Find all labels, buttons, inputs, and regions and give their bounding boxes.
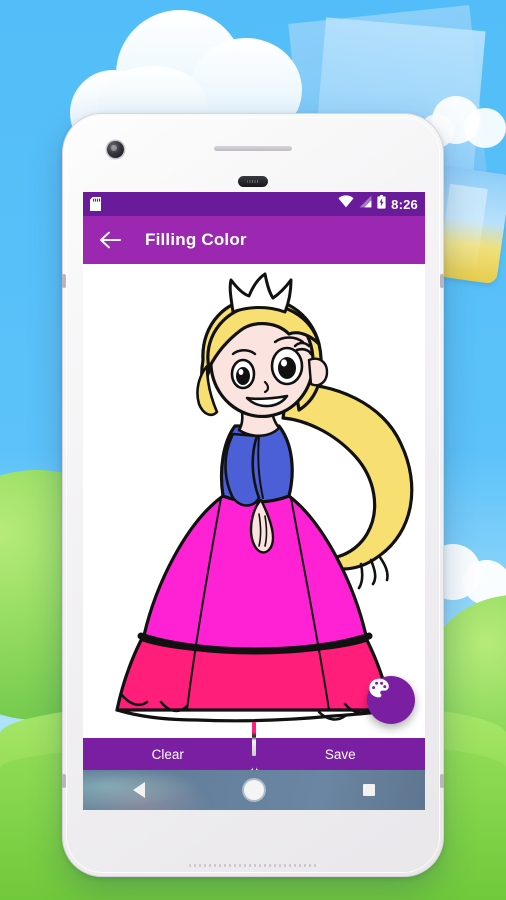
antenna-line: [62, 274, 66, 288]
nav-home-circle-icon[interactable]: [243, 780, 264, 800]
wifi-icon: [338, 195, 354, 213]
phone-mockup: 8:26 Filling Color Clear Save: [62, 113, 444, 877]
back-button[interactable]: [97, 227, 123, 253]
clear-button[interactable]: Clear: [83, 738, 253, 770]
nav-recents-square-icon[interactable]: [363, 784, 376, 796]
antenna-line: [440, 274, 444, 288]
save-button[interactable]: Save: [255, 738, 425, 770]
front-camera-icon: [107, 141, 124, 158]
arrow-left-icon: [100, 231, 121, 249]
status-bar: 8:26: [83, 192, 425, 216]
antenna-line: [62, 774, 66, 788]
antenna-line: [440, 774, 444, 788]
battery-charging-icon: [377, 194, 386, 214]
nav-back-triangle-icon[interactable]: [132, 782, 145, 798]
android-navigation-bar: [83, 770, 425, 810]
sd-card-icon: [90, 197, 101, 211]
bottom-speaker-grille-icon: [189, 864, 317, 867]
color-palette-fab[interactable]: [367, 676, 415, 724]
cloud-large-icon: [70, 8, 320, 156]
palette-icon: [369, 678, 389, 698]
app-bar: Filling Color: [83, 216, 425, 264]
phone-screen: 8:26 Filling Color Clear Save: [83, 192, 425, 810]
princess-coloring-illustration[interactable]: [83, 264, 425, 738]
page-title: Filling Color: [145, 230, 247, 249]
earpiece-speaker-icon: [214, 146, 292, 151]
stylus-cursor-artifact: [252, 722, 256, 756]
proximity-sensor-icon: [238, 176, 268, 187]
coloring-canvas[interactable]: [83, 264, 425, 738]
cellular-signal-icon: [359, 195, 372, 213]
status-bar-clock: 8:26: [391, 196, 418, 212]
